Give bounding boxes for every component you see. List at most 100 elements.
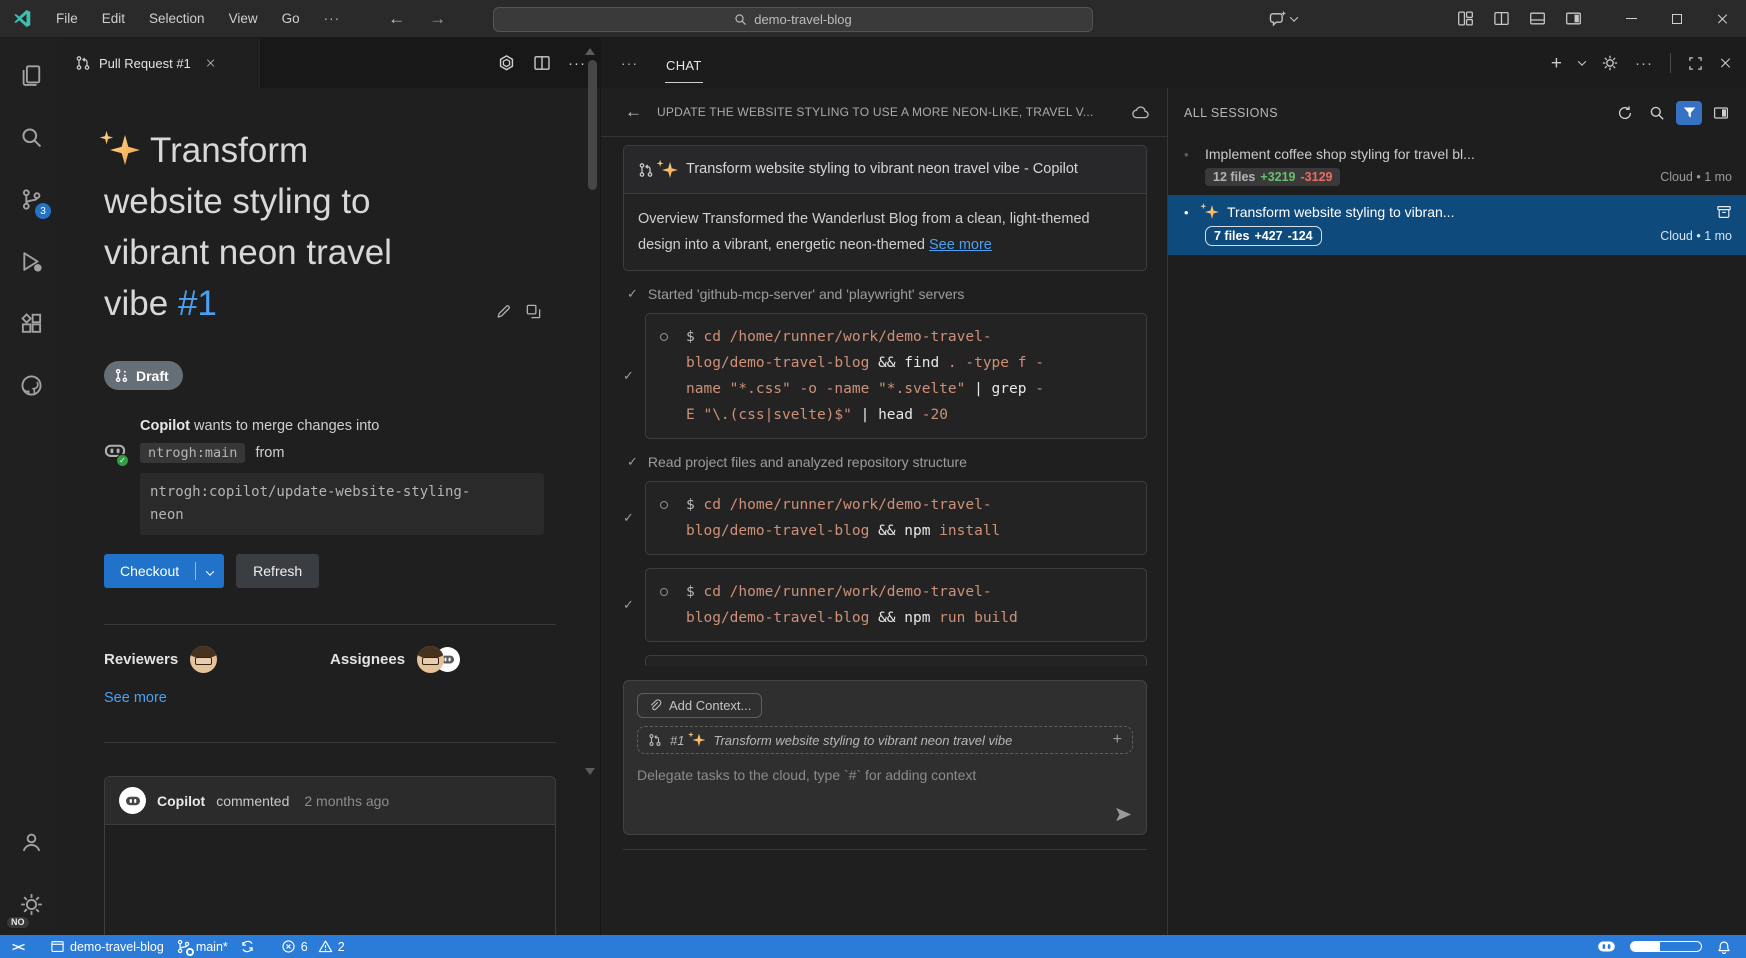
sidebar-item-run-debug[interactable] (0, 230, 62, 292)
copilot-usage-meter[interactable] (1630, 941, 1702, 952)
toggle-sessions-layout-icon[interactable] (1708, 101, 1734, 125)
sync-button[interactable] (234, 935, 261, 958)
terminal-code-block[interactable]: $ cd /home/runner/work/demo-travel- blog… (645, 568, 1147, 642)
copilot-chat-toggle[interactable] (1269, 10, 1297, 28)
close-panel-icon[interactable] (1720, 57, 1732, 69)
session-meta: Cloud • 1 mo (1660, 170, 1732, 184)
openai-action-icon[interactable] (497, 54, 516, 73)
account-button[interactable] (0, 811, 62, 873)
sidebar-item-search[interactable] (0, 106, 62, 168)
chat-input-box[interactable]: Add Context... #1 Transform website styl… (623, 680, 1147, 835)
scrollbar-up-icon[interactable] (585, 48, 595, 55)
menu-edit[interactable]: Edit (90, 11, 137, 26)
checkout-dropdown-icon[interactable] (196, 563, 224, 579)
copy-title-icon[interactable] (525, 303, 542, 320)
panel-header: ··· CHAT + ··· (601, 38, 1746, 88)
remote-indicator[interactable]: >< (10, 935, 32, 958)
sidebar-item-extensions[interactable] (0, 292, 62, 354)
assignee-avatar[interactable] (417, 646, 444, 673)
reviewer-avatar[interactable] (190, 646, 217, 673)
editor-scrollbar[interactable] (588, 60, 597, 190)
activity-bar: 3 NO (0, 38, 62, 935)
attachment-pill[interactable]: #1 Transform website styling to vibrant … (637, 726, 1133, 754)
add-context-button[interactable]: Add Context... (637, 693, 762, 718)
remote-window-icon (50, 939, 65, 954)
search-sessions-icon[interactable] (1644, 101, 1670, 125)
nav-back-icon[interactable]: ← (388, 9, 405, 29)
notifications-bell-icon[interactable] (1716, 939, 1732, 955)
split-editor-icon[interactable] (1493, 10, 1510, 27)
edit-title-icon[interactable] (495, 303, 512, 320)
sidebar-item-source-control[interactable]: 3 (0, 168, 62, 230)
pr-reference-card[interactable]: Transform website styling to vibrant neo… (623, 145, 1147, 271)
check-badge-icon: ✓ (116, 454, 129, 467)
chat-settings-gear-icon[interactable] (1602, 55, 1618, 71)
refresh-sessions-icon[interactable] (1612, 101, 1638, 125)
chat-more-actions-icon[interactable]: ··· (1635, 55, 1653, 72)
menu-selection[interactable]: Selection (137, 11, 217, 26)
toggle-panel-icon[interactable] (1529, 10, 1546, 27)
overview-text: Overview Transformed the Wanderlust Blog… (638, 211, 1090, 253)
gear-icon (20, 893, 43, 916)
toggle-secondary-sidebar-icon[interactable] (1565, 10, 1582, 27)
terminal-code-block[interactable]: $ cd /home/runner/work/demo-travel- blog… (645, 481, 1147, 555)
new-chat-button[interactable]: + (1551, 54, 1562, 73)
base-branch-chip[interactable]: ntrogh:main (140, 443, 245, 463)
menu-view[interactable]: View (217, 11, 270, 26)
pull-request-icon (75, 55, 91, 71)
sidebar-item-github[interactable] (0, 354, 62, 416)
copilot-status-icon[interactable] (1597, 937, 1616, 956)
scrollbar-down-icon[interactable] (585, 768, 595, 775)
divider (623, 849, 1147, 850)
nav-forward-icon[interactable]: → (429, 9, 446, 29)
refresh-button[interactable]: Refresh (236, 554, 319, 588)
sidebar-item-explorer[interactable] (0, 44, 62, 106)
menu-file[interactable]: File (44, 11, 90, 26)
add-attachment-icon[interactable]: + (1113, 731, 1122, 749)
settings-button[interactable]: NO (0, 873, 62, 935)
bullet-ring-icon (660, 501, 668, 509)
problems-indicator[interactable]: 6 2 (275, 935, 351, 958)
warning-icon (318, 939, 333, 954)
see-more-link[interactable]: See more (929, 237, 992, 253)
editor-tab-bar: Pull Request #1 ··· (62, 38, 600, 88)
minimize-button[interactable] (1608, 0, 1654, 37)
new-chat-dropdown-icon[interactable] (1578, 57, 1586, 65)
tab-pull-request[interactable]: Pull Request #1 (62, 38, 260, 88)
archive-icon[interactable] (1716, 204, 1732, 220)
pr-number-link[interactable]: #1 (178, 284, 217, 323)
reviewers-label: Reviewers (104, 651, 178, 668)
statusbar-repo[interactable]: demo-travel-blog (44, 935, 170, 958)
customize-layout-icon[interactable] (1457, 10, 1474, 27)
maximize-panel-icon[interactable] (1688, 56, 1703, 71)
sparkles-icon (1205, 205, 1219, 219)
terminal-code-block[interactable]: $ cd /home/runner/work/demo-travel- blog… (645, 313, 1147, 439)
session-list-item-selected[interactable]: • Transform website styling to vibran...… (1168, 195, 1746, 255)
check-icon: ✓ (623, 368, 645, 384)
statusbar-branch[interactable]: main* (170, 935, 234, 958)
copilot-avatar (119, 787, 146, 814)
debug-icon (20, 250, 43, 273)
close-window-button[interactable] (1700, 0, 1746, 37)
checkout-button[interactable]: Checkout (104, 554, 224, 588)
more-actions-icon[interactable]: ··· (568, 55, 586, 72)
command-center-search[interactable]: demo-travel-blog (493, 7, 1093, 32)
menu-go[interactable]: Go (270, 11, 312, 26)
head-branch-block[interactable]: ntrogh:copilot/update-website-styling- n… (140, 473, 544, 535)
session-list-item[interactable]: • Implement coffee shop styling for trav… (1168, 137, 1746, 195)
maximize-button[interactable] (1654, 0, 1700, 37)
menu-overflow-icon[interactable]: ··· (312, 11, 353, 26)
split-editor-icon[interactable] (533, 54, 551, 72)
send-button[interactable] (1114, 805, 1133, 824)
filter-sessions-icon[interactable] (1676, 101, 1702, 125)
vscode-logo-icon (0, 9, 44, 28)
editor-actions: ··· (497, 38, 600, 88)
chat-input-placeholder[interactable]: Delegate tasks to the cloud, type `#` fo… (637, 767, 1133, 783)
tab-chat[interactable]: CHAT (665, 44, 703, 83)
copilot-check-icon: ✓ (104, 440, 128, 535)
close-tab-icon[interactable] (206, 58, 215, 67)
warning-count: 2 (338, 940, 345, 954)
panel-more-icon[interactable]: ··· (621, 55, 638, 71)
see-more-link[interactable]: See more (104, 690, 556, 706)
chat-back-icon[interactable]: ← (625, 102, 642, 122)
